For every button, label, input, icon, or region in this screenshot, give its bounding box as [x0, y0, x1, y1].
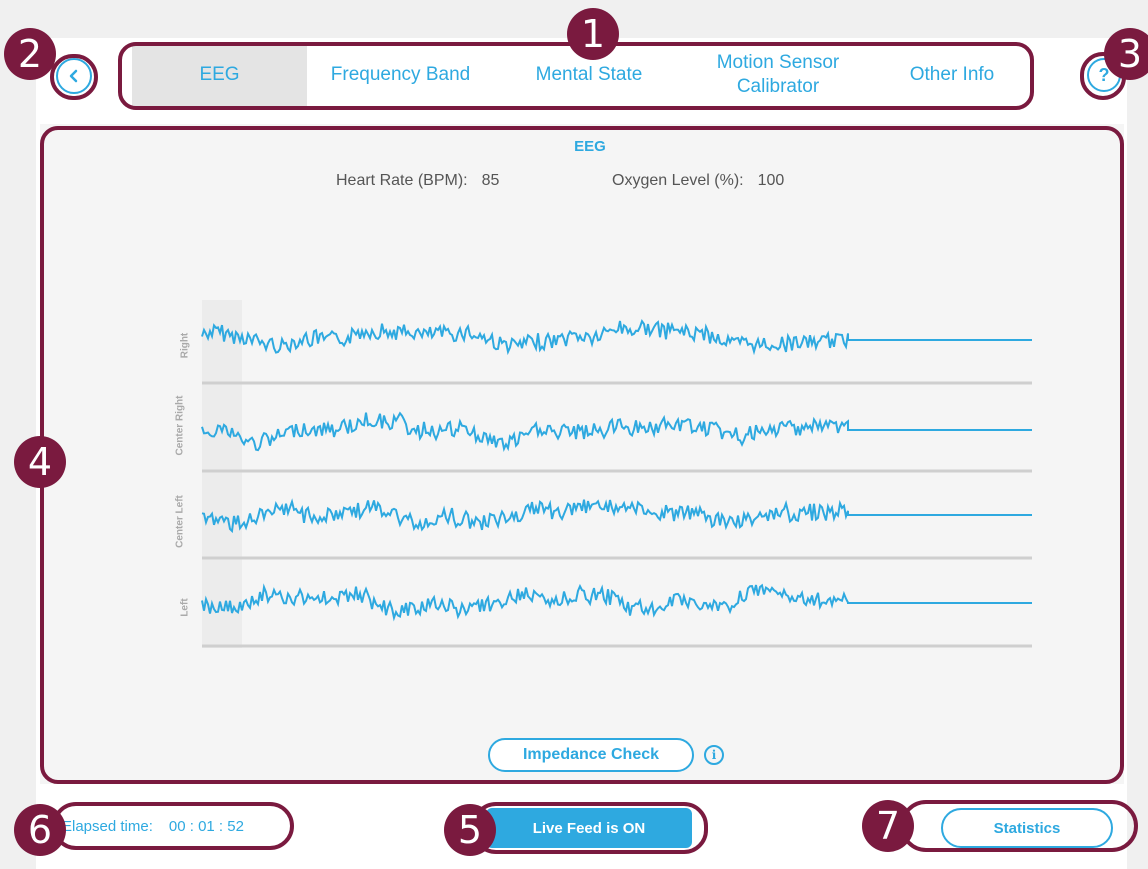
- left-edge: [32, 0, 36, 869]
- marker-6: 6: [14, 804, 66, 856]
- marker-7: 7: [862, 800, 914, 852]
- heart-rate-value: 85: [481, 172, 500, 189]
- tab-eeg[interactable]: EEG: [132, 44, 307, 106]
- channel-label-right: Right: [179, 332, 191, 359]
- chevron-left-icon: [69, 69, 78, 83]
- live-feed-button[interactable]: Live Feed is ON: [486, 808, 692, 848]
- elapsed-time: Elapsed time: 00 : 01 : 52: [62, 818, 244, 835]
- statistics-button[interactable]: Statistics: [941, 808, 1113, 848]
- tab-motion-sensor-calibrator[interactable]: Motion Sensor Calibrator: [684, 44, 872, 106]
- impedance-check-button[interactable]: Impedance Check: [488, 738, 694, 772]
- elapsed-value: 00 : 01 : 52: [168, 818, 244, 835]
- back-button[interactable]: [56, 58, 92, 94]
- marker-2: 2: [4, 28, 56, 80]
- panel-title: EEG: [574, 138, 606, 155]
- elapsed-label: Elapsed time:: [62, 818, 153, 835]
- tab-other-info[interactable]: Other Info: [872, 44, 1032, 106]
- oxygen-label: Oxygen Level (%):: [612, 172, 744, 189]
- heart-rate: Heart Rate (BPM): 85: [336, 172, 499, 190]
- oxygen-value: 100: [757, 172, 785, 189]
- heart-rate-label: Heart Rate (BPM):: [336, 172, 468, 189]
- marker-4: 4: [14, 436, 66, 488]
- tab-frequency-band[interactable]: Frequency Band: [307, 44, 494, 106]
- channel-label-center-left: Center Left: [174, 495, 186, 548]
- eeg-panel: [40, 124, 1124, 784]
- channel-label-left: Left: [179, 598, 191, 617]
- marker-1: 1: [567, 8, 619, 60]
- info-icon[interactable]: i: [704, 745, 724, 765]
- channel-label-center-right: Center Right: [174, 395, 186, 456]
- oxygen-level: Oxygen Level (%): 100: [612, 172, 784, 190]
- marker-5: 5: [444, 804, 496, 856]
- marker-3: 3: [1104, 28, 1148, 80]
